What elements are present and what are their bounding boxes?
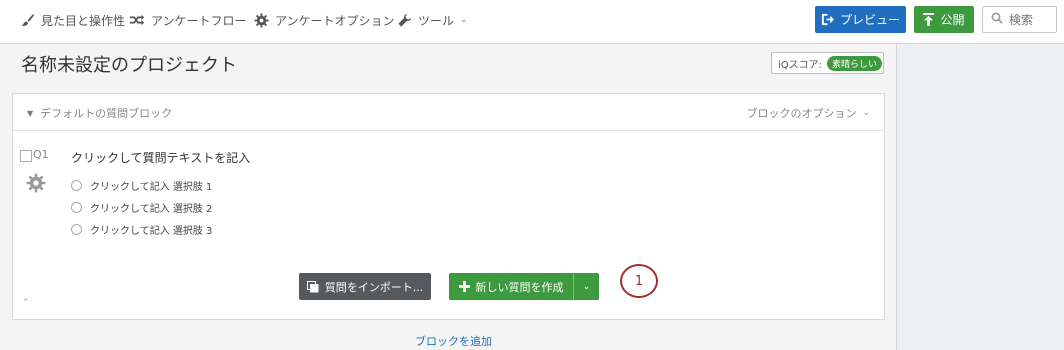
iq-score-badge: 素晴らしい	[827, 55, 883, 71]
create-new-question-button[interactable]: 新しい質問を作成	[449, 273, 573, 300]
choice-item[interactable]: クリックして記入 選択肢 1	[71, 178, 212, 193]
question-text[interactable]: クリックして質問テキストを記入	[71, 149, 250, 166]
choice-label[interactable]: クリックして記入 選択肢 1	[90, 178, 212, 193]
search-icon	[991, 12, 1003, 27]
block-title[interactable]: ▼ デフォルトの質問ブロック	[27, 105, 172, 121]
preview-button[interactable]: プレビュー	[815, 6, 906, 33]
radio-button[interactable]	[71, 202, 82, 213]
nav-label: アンケートオプション	[275, 13, 395, 28]
import-questions-button[interactable]: 質問をインポート...	[299, 273, 431, 300]
block-options-button[interactable]: ブロックのオプション ⌄	[746, 105, 870, 121]
choice-label[interactable]: クリックして記入 選択肢 3	[90, 222, 212, 237]
question-block: ▼ デフォルトの質問ブロック ブロックのオプション ⌄ Q1 クリックして質問テ…	[12, 93, 885, 320]
iq-score[interactable]: iQスコア: 素晴らしい	[771, 52, 884, 74]
question-select-checkbox[interactable]	[20, 150, 32, 162]
add-block-link[interactable]: ブロックを追加	[415, 333, 492, 349]
page-title: 名称未設定のプロジェクト	[21, 55, 237, 76]
chevron-up-icon[interactable]: ⌃	[22, 298, 30, 308]
new-question-dropdown-button[interactable]: ⌄	[573, 273, 599, 300]
step-annotation: 1	[620, 264, 658, 298]
nav-label: ツール	[418, 13, 455, 28]
publish-icon	[923, 13, 935, 26]
plus-icon	[458, 281, 470, 292]
radio-button[interactable]	[71, 224, 82, 235]
nav-survey-options[interactable]: アンケートオプション	[253, 0, 395, 40]
block-header: ▼ デフォルトの質問ブロック ブロックのオプション ⌄	[13, 94, 884, 131]
paintbrush-icon	[19, 12, 35, 28]
publish-label: 公開	[940, 13, 965, 27]
gear-icon	[253, 12, 269, 28]
chevron-down-icon: ⌄	[582, 281, 591, 292]
choice-item[interactable]: クリックして記入 選択肢 2	[71, 200, 212, 215]
choice-item[interactable]: クリックして記入 選択肢 3	[71, 222, 212, 237]
nav-tools[interactable]: ツール ⌄	[396, 0, 468, 40]
question-settings-gear-icon[interactable]	[26, 173, 46, 197]
nav-look-and-feel[interactable]: 見た目と操作性	[19, 0, 125, 40]
search-input[interactable]	[1007, 11, 1055, 28]
radio-button[interactable]	[71, 180, 82, 191]
preview-icon	[821, 13, 834, 26]
nav-label: 見た目と操作性	[41, 13, 126, 28]
preview-label: プレビュー	[839, 13, 900, 27]
publish-button[interactable]: 公開	[914, 6, 974, 33]
search-box[interactable]	[982, 6, 1057, 33]
nav-survey-flow[interactable]: アンケートフロー	[129, 0, 247, 40]
chevron-down-icon: ⌄	[460, 15, 468, 25]
new-question-label: 新しい質問を作成	[475, 280, 564, 294]
import-label: 質問をインポート...	[324, 280, 424, 294]
block-title-label: デフォルトの質問ブロック	[40, 107, 173, 120]
top-toolbar: 見た目と操作性 アンケートフロー アンケートオプション ツール ⌄ プレビュー …	[0, 0, 1064, 44]
question-number: Q1	[33, 148, 49, 161]
iq-score-label: iQスコア:	[778, 59, 823, 71]
flow-icon	[129, 12, 145, 28]
collapse-triangle-icon: ▼	[27, 108, 34, 118]
copy-icon	[306, 280, 319, 293]
chevron-down-icon: ⌄	[862, 108, 870, 118]
wrench-icon	[396, 12, 412, 28]
choice-label[interactable]: クリックして記入 選択肢 2	[90, 200, 212, 215]
side-panel	[896, 44, 1064, 350]
nav-label: アンケートフロー	[151, 13, 247, 28]
block-options-label: ブロックのオプション	[746, 107, 857, 120]
